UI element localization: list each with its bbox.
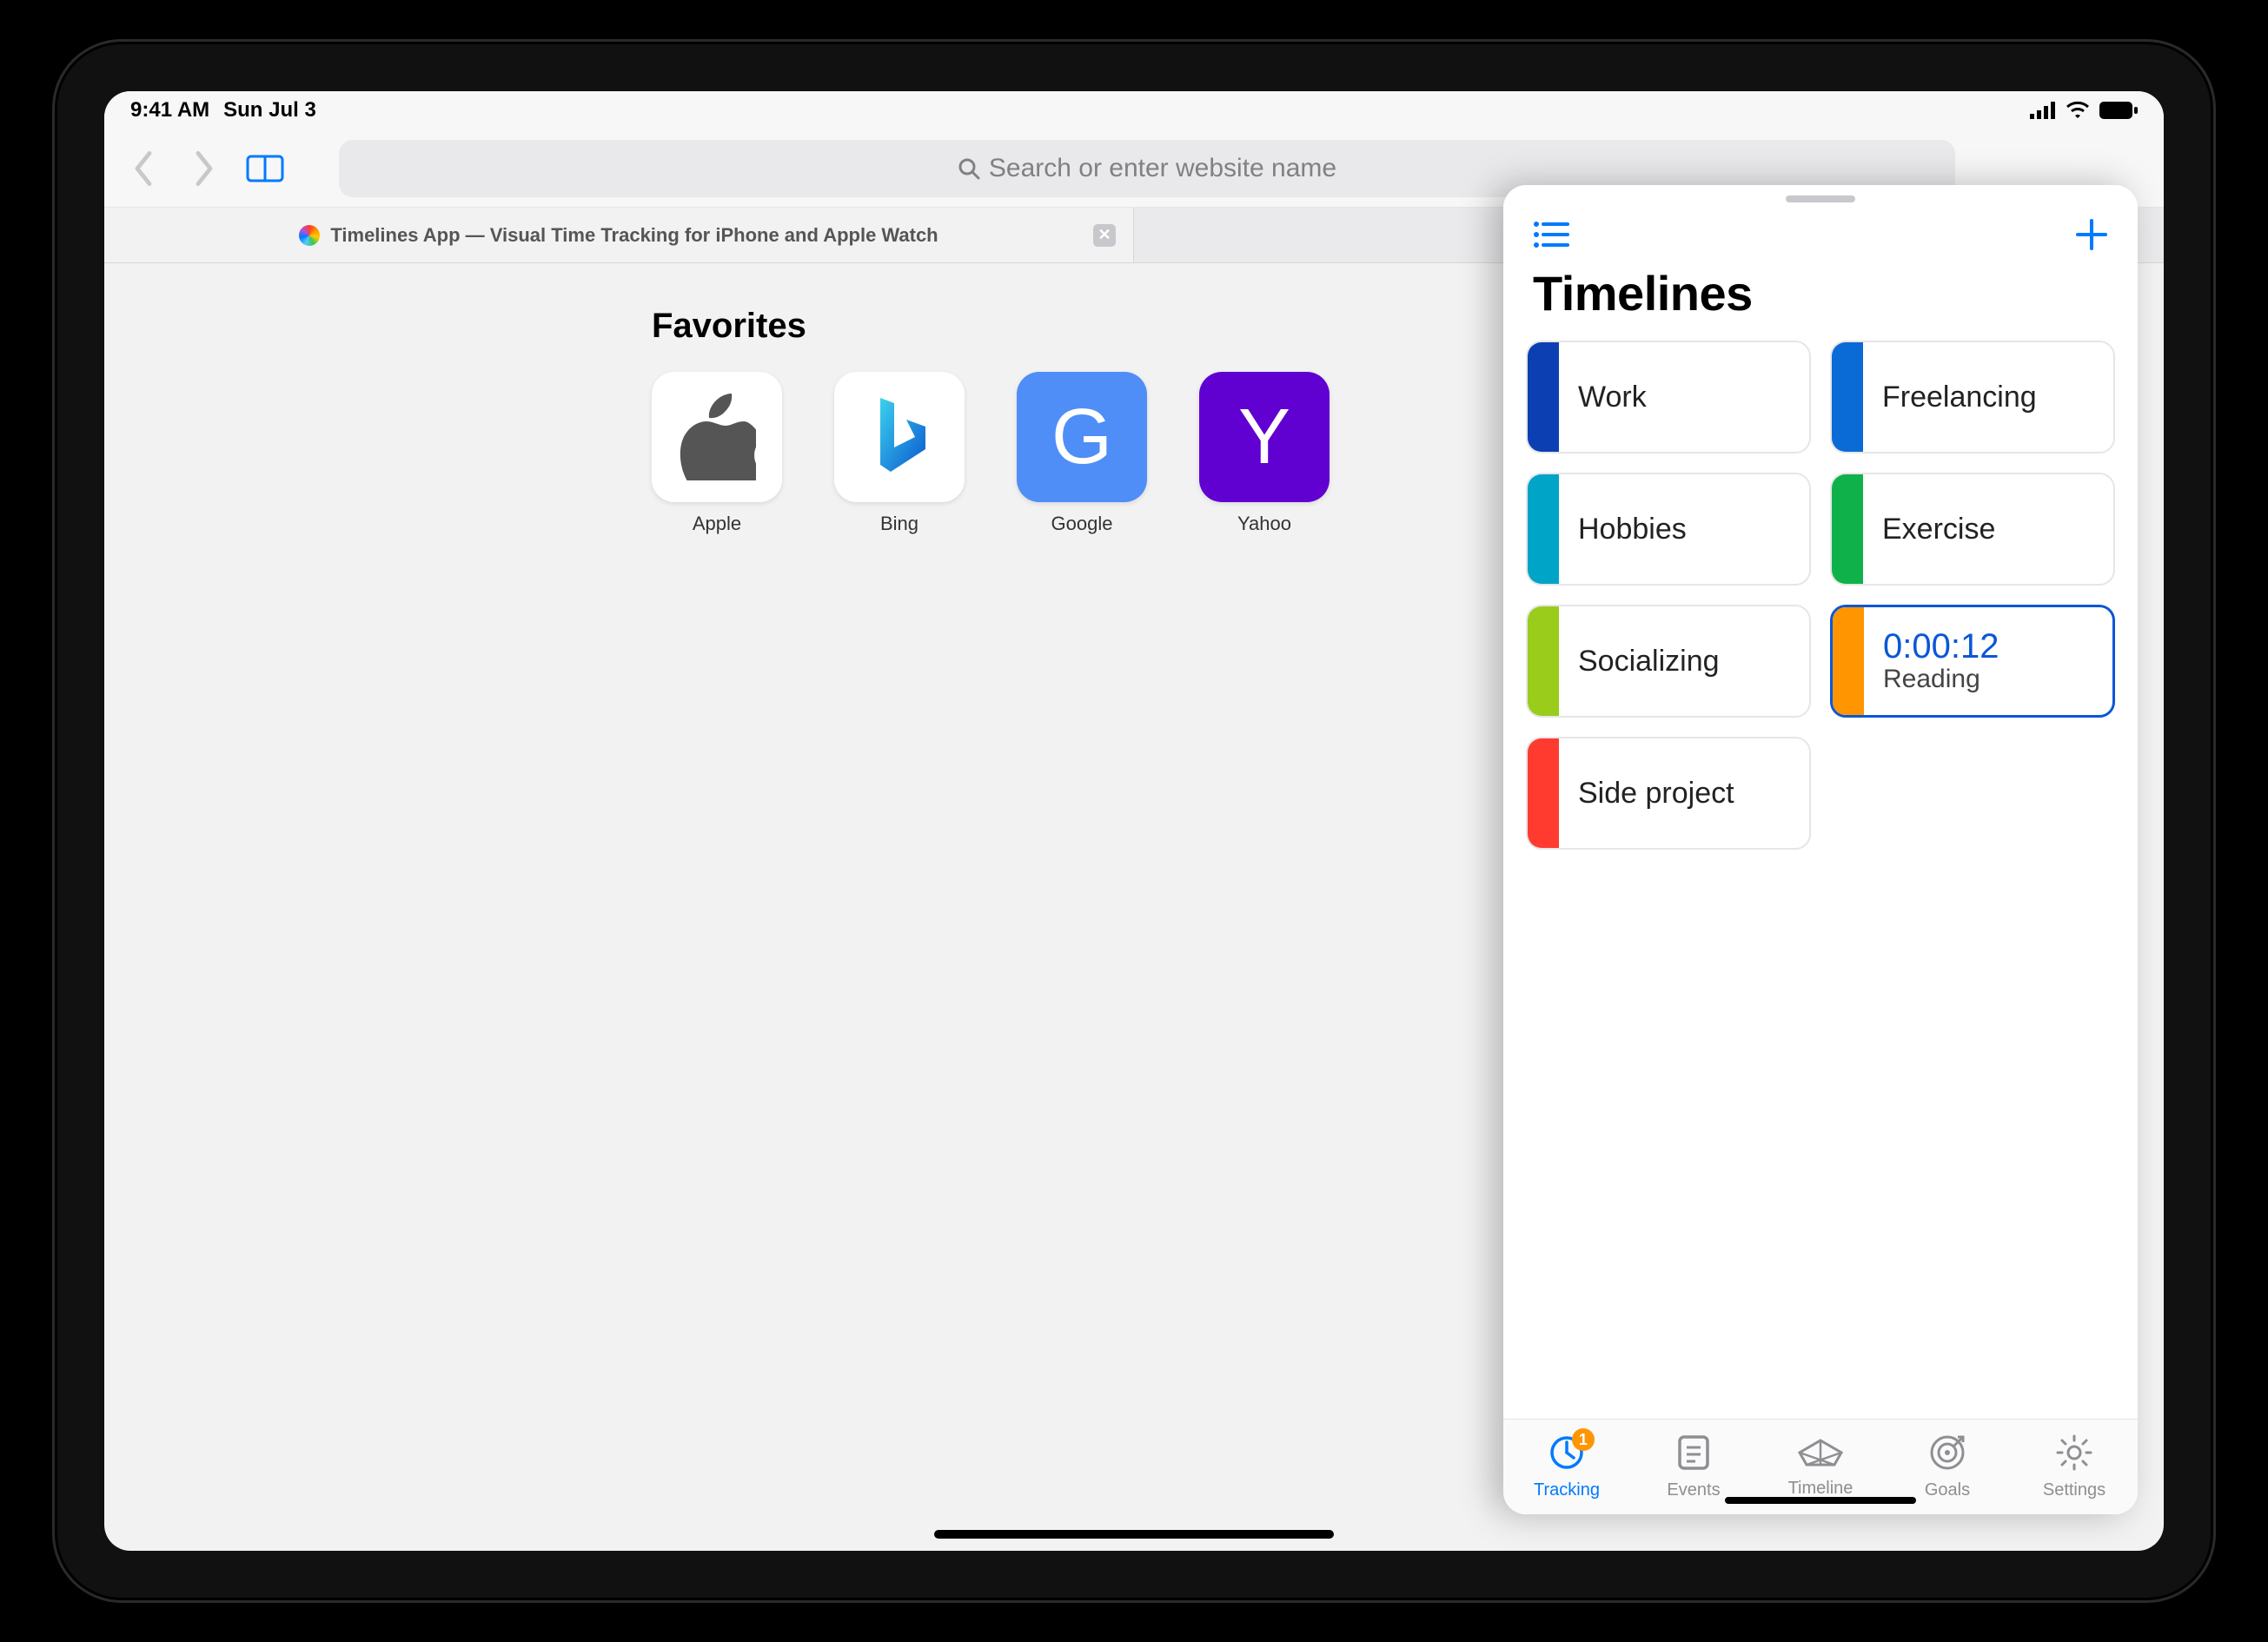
timeline-card[interactable]: Socializing bbox=[1526, 605, 1811, 718]
bing-icon bbox=[834, 372, 965, 502]
status-bar: 9:41 AM Sun Jul 3 bbox=[104, 91, 2164, 129]
goals-icon bbox=[1928, 1433, 1966, 1477]
tabbar-badge: 1 bbox=[1572, 1428, 1595, 1451]
ipad-bezel: 9:41 AM Sun Jul 3 bbox=[52, 39, 2216, 1603]
slideover-home-indicator bbox=[1725, 1497, 1916, 1504]
tabbar-settings[interactable]: Settings bbox=[2011, 1420, 2138, 1514]
wifi-icon bbox=[2065, 101, 2091, 120]
timeline-icon bbox=[1798, 1435, 1843, 1475]
card-color-stripe bbox=[1832, 474, 1863, 584]
events-icon bbox=[1676, 1433, 1711, 1477]
card-body: Side project bbox=[1559, 738, 1809, 848]
status-time: 9:41 AM bbox=[130, 98, 209, 122]
back-button[interactable] bbox=[122, 147, 165, 190]
card-color-stripe bbox=[1833, 607, 1864, 715]
tabbar-tracking[interactable]: Tracking 1 bbox=[1503, 1420, 1630, 1514]
favorite-bing[interactable]: Bing bbox=[834, 372, 965, 535]
address-placeholder: Search or enter website name bbox=[989, 154, 1336, 183]
card-body: Exercise bbox=[1863, 474, 2113, 584]
favorite-yahoo[interactable]: Y Yahoo bbox=[1199, 372, 1330, 535]
slideover-title: Timelines bbox=[1503, 256, 2138, 341]
grabber-handle[interactable] bbox=[1786, 195, 1855, 202]
slideover-panel: Timelines Work Freelancing Hobbies Exercise… bbox=[1503, 185, 2138, 1514]
yahoo-icon: Y bbox=[1199, 372, 1330, 502]
close-tab-button[interactable]: ✕ bbox=[1093, 224, 1116, 247]
tabbar-label: Tracking bbox=[1534, 1480, 1600, 1500]
timeline-card[interactable]: Freelancing bbox=[1830, 341, 2115, 454]
card-label: Side project bbox=[1578, 777, 1809, 811]
browser-tab[interactable]: Timelines App — Visual Time Tracking for… bbox=[104, 208, 1134, 262]
tab-title: Timelines App — Visual Time Tracking for… bbox=[330, 224, 938, 247]
list-icon[interactable] bbox=[1533, 220, 1569, 249]
timelines-grid: Work Freelancing Hobbies Exercise Socializin… bbox=[1503, 341, 2138, 1419]
card-color-stripe bbox=[1832, 342, 1863, 452]
favorite-label: Yahoo bbox=[1237, 513, 1291, 535]
card-timer: 0:00:12 bbox=[1883, 628, 2112, 665]
timeline-card[interactable]: Side project bbox=[1526, 737, 1811, 850]
battery-icon bbox=[2099, 102, 2138, 119]
google-icon: G bbox=[1017, 372, 1147, 502]
home-indicator bbox=[934, 1530, 1334, 1539]
timeline-card[interactable]: Work bbox=[1526, 341, 1811, 454]
timeline-card[interactable]: Hobbies bbox=[1526, 473, 1811, 586]
card-body: Socializing bbox=[1559, 606, 1809, 716]
status-date: Sun Jul 3 bbox=[223, 98, 316, 122]
card-body: Work bbox=[1559, 342, 1809, 452]
timeline-card[interactable]: 0:00:12Reading bbox=[1830, 605, 2115, 718]
card-label: Reading bbox=[1883, 665, 2112, 694]
card-body: Hobbies bbox=[1559, 474, 1809, 584]
favorite-label: Google bbox=[1051, 513, 1113, 535]
card-body: 0:00:12Reading bbox=[1864, 607, 2112, 715]
search-icon bbox=[958, 157, 980, 180]
tab-favicon bbox=[299, 225, 320, 246]
favorite-google[interactable]: G Google bbox=[1017, 372, 1147, 535]
tabbar-label: Settings bbox=[2043, 1480, 2106, 1500]
card-label: Work bbox=[1578, 381, 1809, 414]
card-label: Hobbies bbox=[1578, 513, 1809, 546]
card-color-stripe bbox=[1528, 474, 1559, 584]
card-label: Exercise bbox=[1882, 513, 2113, 546]
apple-icon bbox=[652, 372, 782, 502]
forward-button[interactable] bbox=[182, 147, 226, 190]
add-button[interactable] bbox=[2075, 218, 2108, 251]
card-color-stripe bbox=[1528, 606, 1559, 716]
tabbar-label: Events bbox=[1667, 1480, 1720, 1500]
favorite-label: Apple bbox=[693, 513, 741, 535]
card-color-stripe bbox=[1528, 342, 1559, 452]
card-label: Socializing bbox=[1578, 645, 1809, 679]
bookmarks-button[interactable] bbox=[243, 147, 287, 190]
card-body: Freelancing bbox=[1863, 342, 2113, 452]
card-label: Freelancing bbox=[1882, 381, 2113, 414]
screen: 9:41 AM Sun Jul 3 bbox=[104, 91, 2164, 1551]
timeline-card[interactable]: Exercise bbox=[1830, 473, 2115, 586]
favorite-apple[interactable]: Apple bbox=[652, 372, 782, 535]
tabbar-label: Timeline bbox=[1788, 1479, 1854, 1499]
favorite-label: Bing bbox=[880, 513, 918, 535]
tabbar-label: Goals bbox=[1925, 1480, 1970, 1500]
card-color-stripe bbox=[1528, 738, 1559, 848]
device-frame: 9:41 AM Sun Jul 3 bbox=[0, 0, 2268, 1642]
settings-icon bbox=[2055, 1433, 2093, 1477]
cellular-icon bbox=[2030, 102, 2056, 119]
